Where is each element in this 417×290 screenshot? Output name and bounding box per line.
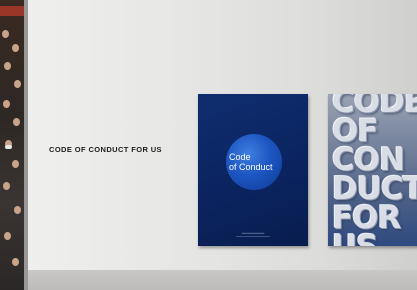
person-face bbox=[3, 100, 10, 108]
person-face bbox=[12, 258, 19, 266]
wall-caption: CODE OF CONDUCT FOR US bbox=[49, 145, 162, 154]
typographic-poster: CODE OF CON DUCT FOR US bbox=[328, 94, 417, 246]
person-face bbox=[14, 80, 21, 88]
person-face bbox=[4, 62, 11, 70]
code-of-conduct-poster: Code of Conduct ━━━━━━━━━━━━━━━ ━━━━━━━━… bbox=[198, 94, 308, 246]
floor bbox=[28, 270, 417, 290]
person-face bbox=[3, 182, 10, 190]
person-face bbox=[14, 206, 21, 214]
poster-title: Code of Conduct bbox=[229, 152, 273, 172]
poster-fine-print-2: ━━━━━━━━━━━━━━━━━━━━━━━━━━━━ bbox=[236, 236, 270, 238]
face-mask bbox=[5, 145, 12, 149]
photo-scene: CODE OF CONDUCT FOR US Code of Conduct ━… bbox=[0, 0, 417, 290]
person-face bbox=[4, 232, 11, 240]
poster-title-line1: Code bbox=[229, 152, 251, 162]
person-face bbox=[12, 160, 19, 168]
poster-title-line2: of Conduct bbox=[229, 162, 273, 172]
poster-fine-print: ━━━━━━━━━━━━━━━ bbox=[241, 232, 265, 235]
person-face bbox=[13, 118, 20, 126]
crowd-photo-strip bbox=[0, 0, 24, 290]
person-face bbox=[12, 44, 19, 52]
strip-top-bar bbox=[0, 6, 24, 16]
person-face bbox=[2, 30, 9, 38]
poster-big-letters: CODE OF CON DUCT FOR US bbox=[332, 94, 417, 246]
